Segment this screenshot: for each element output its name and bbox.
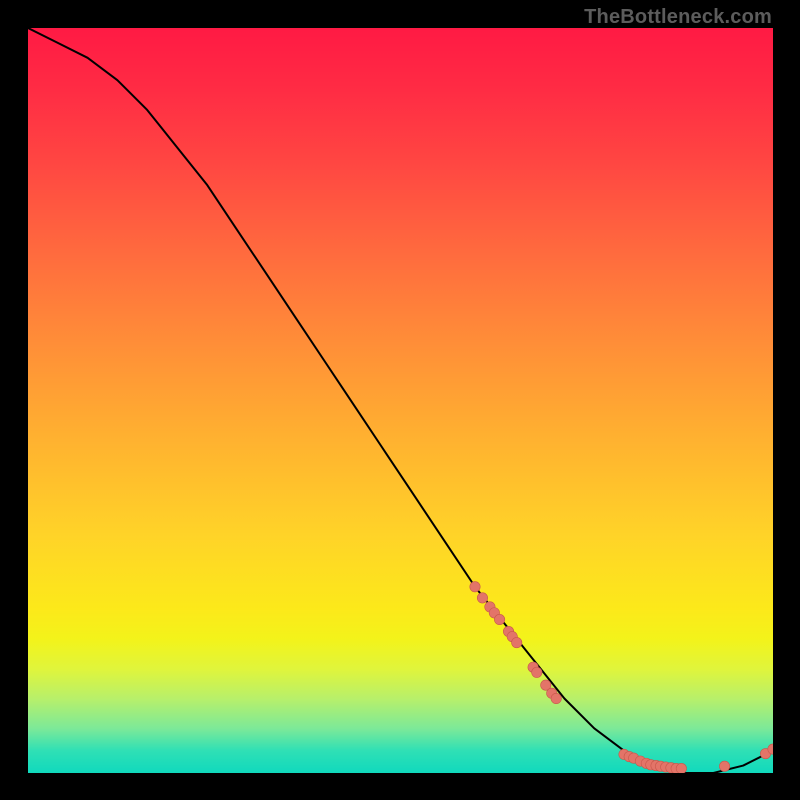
data-point bbox=[512, 637, 522, 647]
data-point bbox=[551, 693, 561, 703]
data-point bbox=[494, 614, 504, 624]
data-point bbox=[719, 761, 729, 771]
data-point bbox=[532, 667, 542, 677]
scatter-points-group bbox=[470, 582, 773, 773]
watermark-text: TheBottleneck.com bbox=[584, 6, 772, 29]
data-point bbox=[477, 593, 487, 603]
data-point bbox=[676, 763, 686, 773]
chart-svg bbox=[28, 28, 773, 773]
bottleneck-curve bbox=[28, 28, 773, 773]
chart-plot-area bbox=[28, 28, 773, 773]
data-point bbox=[470, 582, 480, 592]
